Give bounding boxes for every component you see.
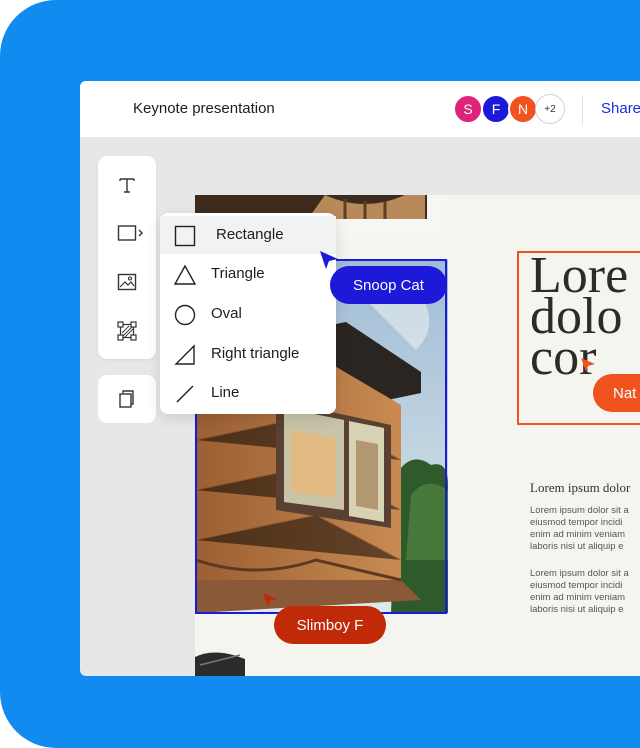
- transform-tool-icon[interactable]: [115, 319, 139, 343]
- header-bar: Keynote presentation S F N +2 Share: [80, 81, 640, 137]
- menu-item-label: Rectangle: [216, 226, 284, 243]
- menu-item-line[interactable]: Line: [160, 374, 336, 412]
- pages-icon[interactable]: [115, 387, 139, 411]
- cursor-label-slimboy-f: Slimboy F: [274, 606, 386, 644]
- image-tool-icon[interactable]: [115, 270, 139, 294]
- cursor-label-nat: Nat: [593, 374, 640, 412]
- triangle-icon: [173, 264, 197, 286]
- app-window: Keynote presentation S F N +2 Share Lore…: [80, 81, 640, 676]
- cursor-arrow-icon: [581, 358, 595, 372]
- cursor-arrow-icon: [320, 251, 338, 269]
- cursor-arrow-icon: [263, 593, 277, 607]
- menu-item-right-triangle[interactable]: Right triangle: [160, 335, 336, 373]
- tool-palette: [98, 156, 156, 359]
- cursor-label-snoop-cat: Snoop Cat: [330, 266, 447, 304]
- menu-item-triangle[interactable]: Triangle: [160, 255, 336, 293]
- line-icon: [174, 383, 196, 405]
- slide-paragraph-2[interactable]: Lorem ipsum dolor sit a eiusmod tempor i…: [530, 568, 629, 616]
- slide-subheading[interactable]: Lorem ipsum dolor: [530, 480, 630, 496]
- more-collaborators-badge[interactable]: +2: [535, 94, 565, 124]
- avatar-f[interactable]: F: [481, 94, 511, 124]
- avatar-s[interactable]: S: [453, 94, 483, 124]
- shape-tool-icon[interactable]: [117, 221, 145, 245]
- slide-paragraph-1[interactable]: Lorem ipsum dolor sit a eiusmod tempor i…: [530, 505, 629, 553]
- document-title[interactable]: Keynote presentation: [133, 100, 275, 117]
- rectangle-icon: [174, 225, 196, 247]
- menu-item-label: Oval: [211, 305, 242, 322]
- menu-item-label: Right triangle: [211, 345, 300, 362]
- menu-item-oval[interactable]: Oval: [160, 295, 336, 333]
- promo-frame: Keynote presentation S F N +2 Share Lore…: [0, 0, 640, 748]
- shape-menu: Rectangle Triangle Oval Right triangle L…: [160, 213, 336, 414]
- share-button[interactable]: Share: [601, 100, 640, 117]
- menu-item-label: Triangle: [211, 265, 265, 282]
- header-divider: [582, 95, 583, 125]
- menu-item-label: Line: [211, 384, 240, 401]
- right-triangle-icon: [174, 344, 196, 366]
- oval-icon: [174, 304, 196, 326]
- avatar-n[interactable]: N: [508, 94, 538, 124]
- menu-item-rectangle[interactable]: Rectangle: [160, 216, 336, 254]
- text-tool-icon[interactable]: [115, 173, 139, 197]
- secondary-tool-palette: [98, 375, 156, 423]
